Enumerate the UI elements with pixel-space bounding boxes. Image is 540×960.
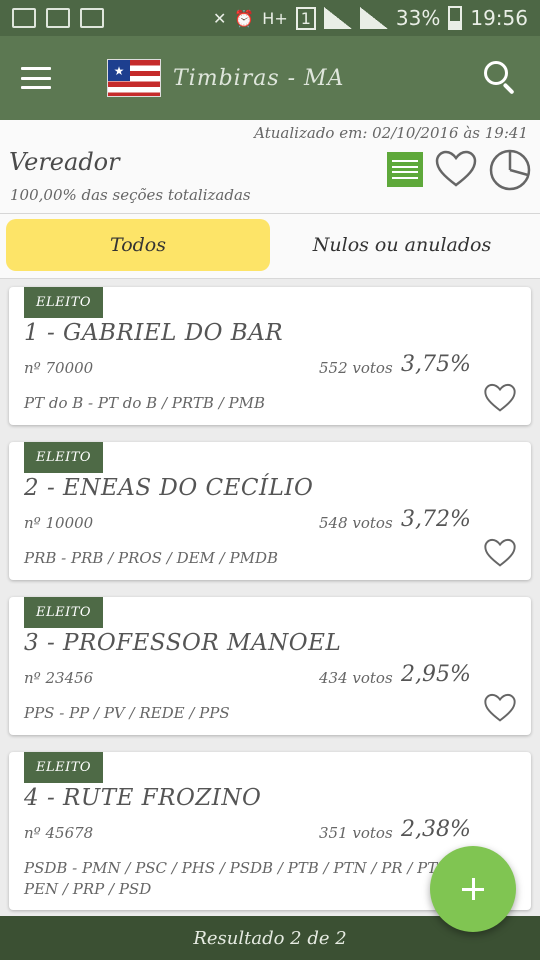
candidate-number: nº 70000 [24,359,94,377]
maranhao-flag-icon: ★ [107,59,161,97]
candidate-parties: PSDB - PMN / PSC / PHS / PSDB / PTB / PT… [24,859,438,898]
results-header: Atualizado em: 02/10/2016 às 19:41 Verea… [0,120,540,214]
tab-todos[interactable]: Todos [6,219,270,271]
heart-icon[interactable] [483,383,517,417]
office-title: Vereador [9,148,120,176]
alarm-icon: ⏰ [234,8,255,28]
network-type-icon: H+ [262,8,288,28]
candidate-number: nº 23456 [24,669,94,687]
voicemail-icon [80,8,104,28]
city-title: Timbiras - MA [173,65,345,91]
app-bar: ★ Timbiras - MA [0,36,540,120]
candidate-name: 2 - ENEAS DO CECÍLIO [24,475,314,501]
candidate-parties: PT do B - PT do B / PRTB / PMB [24,394,265,412]
candidate-percent: 2,38% [401,817,471,842]
candidate-percent: 2,95% [401,662,471,687]
elected-badge: ELEITO [24,287,104,318]
sim-icon: 1 [295,6,316,30]
candidate-number: nº 45678 [24,824,94,842]
candidate-votes: 552 votos [319,359,393,377]
voicemail-icon [46,8,70,28]
list-view-icon[interactable] [387,152,423,187]
favorites-heart-icon[interactable] [434,150,478,188]
signal-icon [323,7,352,29]
candidate-parties: PRB - PRB / PROS / DEM / PMDB [24,549,278,567]
candidate-votes: 434 votos [319,669,393,687]
candidate-percent: 3,72% [401,507,471,532]
result-page-label: Resultado 2 de 2 [193,927,347,949]
status-bar: ✕ ⏰ H+ 1 33% 19:56 [0,0,540,36]
candidate-name: 1 - GABRIEL DO BAR [24,320,284,346]
clock: 19:56 [470,6,528,30]
elected-badge: ELEITO [24,597,104,628]
candidate-name: 3 - PROFESSOR MANOEL [24,630,342,656]
sections-totalized: 100,00% das seções totalizadas [10,186,251,204]
elected-badge: ELEITO [24,442,104,473]
candidate-votes: 351 votos [319,824,393,842]
last-updated: Atualizado em: 02/10/2016 às 19:41 [254,124,528,142]
elected-badge: ELEITO [24,752,104,783]
battery-icon [448,6,463,30]
candidate-percent: 3,75% [401,352,471,377]
add-fab-button[interactable] [430,846,516,932]
candidate-card[interactable]: ELEITO 2 - ENEAS DO CECÍLIO nº 10000 548… [9,442,531,580]
candidate-number: nº 10000 [24,514,94,532]
candidate-parties: PPS - PP / PV / REDE / PPS [24,704,230,722]
pie-chart-icon[interactable] [488,148,532,196]
candidate-card[interactable]: ELEITO 1 - GABRIEL DO BAR nº 70000 552 v… [9,287,531,425]
search-icon[interactable] [484,61,518,95]
hamburger-menu-icon[interactable] [21,67,51,89]
filter-tabs: Todos Nulos ou anulados [0,214,540,279]
heart-icon[interactable] [483,538,517,572]
signal-icon [359,7,388,29]
candidate-card[interactable]: ELEITO 3 - PROFESSOR MANOEL nº 23456 434… [9,597,531,735]
candidate-name: 4 - RUTE FROZINO [24,785,262,811]
image-icon [12,8,36,28]
candidate-votes: 548 votos [319,514,393,532]
battery-percent: 33% [395,6,441,30]
mute-icon: ✕ [212,8,227,28]
heart-icon[interactable] [483,693,517,727]
tab-nulos-ou-anulados[interactable]: Nulos ou anulados [270,219,534,271]
